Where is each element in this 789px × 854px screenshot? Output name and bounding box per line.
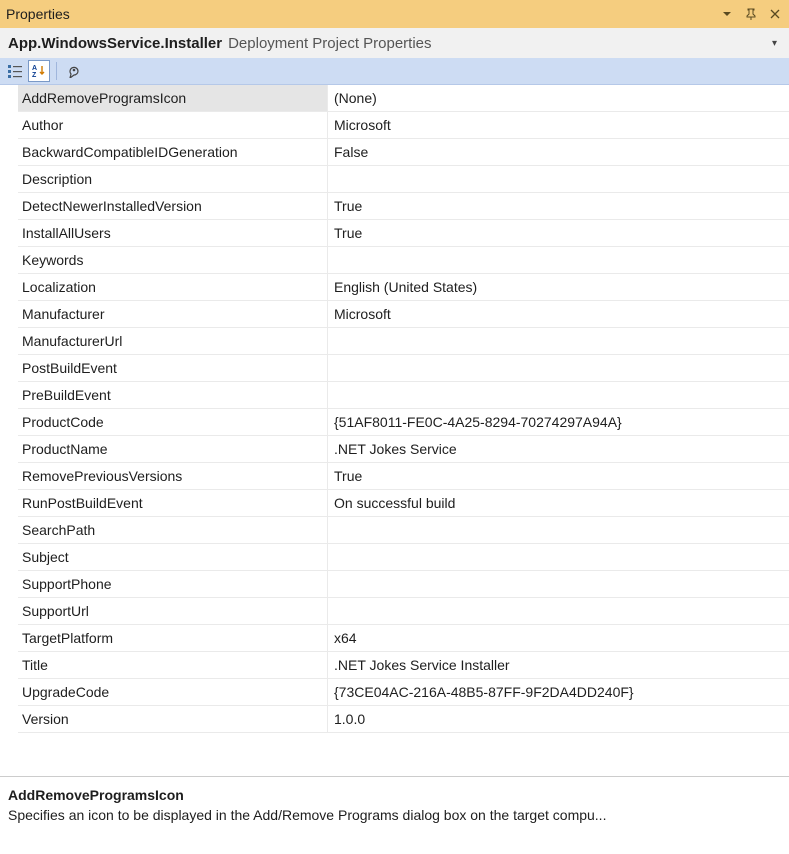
property-row[interactable]: Description [18, 166, 789, 193]
property-grid[interactable]: AddRemoveProgramsIcon(None)AuthorMicroso… [18, 85, 789, 776]
title-buttons [719, 6, 783, 22]
property-name[interactable]: Subject [18, 544, 328, 570]
window-dropdown-icon[interactable] [719, 6, 735, 22]
property-value[interactable]: On successful build [328, 490, 789, 516]
description-text: Specifies an icon to be displayed in the… [8, 807, 781, 823]
property-row[interactable]: BackwardCompatibleIDGenerationFalse [18, 139, 789, 166]
property-row[interactable]: SearchPath [18, 517, 789, 544]
property-name[interactable]: SupportPhone [18, 571, 328, 597]
property-row[interactable]: PreBuildEvent [18, 382, 789, 409]
panel-title: Properties [6, 6, 719, 22]
property-name[interactable]: TargetPlatform [18, 625, 328, 651]
property-row[interactable]: LocalizationEnglish (United States) [18, 274, 789, 301]
property-row[interactable]: AddRemoveProgramsIcon(None) [18, 85, 789, 112]
property-name[interactable]: Version [18, 706, 328, 732]
property-row[interactable]: Subject [18, 544, 789, 571]
property-row[interactable]: ProductCode{51AF8011-FE0C-4A25-8294-7027… [18, 409, 789, 436]
property-value[interactable] [328, 544, 789, 570]
property-value[interactable]: English (United States) [328, 274, 789, 300]
property-value[interactable]: .NET Jokes Service Installer [328, 652, 789, 678]
property-name[interactable]: Title [18, 652, 328, 678]
property-name[interactable]: PreBuildEvent [18, 382, 328, 408]
close-icon[interactable] [767, 6, 783, 22]
property-value[interactable]: True [328, 220, 789, 246]
toolbar-separator [56, 62, 57, 80]
property-value[interactable] [328, 328, 789, 354]
property-name[interactable]: BackwardCompatibleIDGeneration [18, 139, 328, 165]
property-name[interactable]: ProductName [18, 436, 328, 462]
property-value[interactable] [328, 355, 789, 381]
property-row[interactable]: ManufacturerMicrosoft [18, 301, 789, 328]
property-row[interactable]: DetectNewerInstalledVersionTrue [18, 193, 789, 220]
description-panel: AddRemoveProgramsIcon Specifies an icon … [0, 776, 789, 854]
object-type: Deployment Project Properties [228, 35, 431, 52]
property-name[interactable]: ProductCode [18, 409, 328, 435]
pin-icon[interactable] [743, 6, 759, 22]
property-name[interactable]: UpgradeCode [18, 679, 328, 705]
property-value[interactable] [328, 382, 789, 408]
property-value[interactable] [328, 166, 789, 192]
object-selector[interactable]: App.WindowsService.Installer Deployment … [0, 28, 789, 58]
property-value[interactable] [328, 517, 789, 543]
property-name[interactable]: Description [18, 166, 328, 192]
property-value[interactable]: Microsoft [328, 301, 789, 327]
property-name[interactable]: SupportUrl [18, 598, 328, 624]
property-name[interactable]: RunPostBuildEvent [18, 490, 328, 516]
property-row[interactable]: Version1.0.0 [18, 706, 789, 733]
object-name: App.WindowsService.Installer [8, 35, 222, 52]
description-title: AddRemoveProgramsIcon [8, 787, 781, 803]
property-value[interactable]: 1.0.0 [328, 706, 789, 732]
property-value[interactable]: {51AF8011-FE0C-4A25-8294-70274297A94A} [328, 409, 789, 435]
title-bar: Properties [0, 0, 789, 28]
property-name[interactable]: Keywords [18, 247, 328, 273]
property-row[interactable]: SupportUrl [18, 598, 789, 625]
property-row[interactable]: InstallAllUsersTrue [18, 220, 789, 247]
property-row[interactable]: UpgradeCode{73CE04AC-216A-48B5-87FF-9F2D… [18, 679, 789, 706]
property-value[interactable]: {73CE04AC-216A-48B5-87FF-9F2DA4DD240F} [328, 679, 789, 705]
alphabetical-button[interactable]: A Z [28, 60, 50, 82]
property-name[interactable]: PostBuildEvent [18, 355, 328, 381]
object-dropdown-icon[interactable]: ▾ [768, 38, 781, 49]
property-row[interactable]: RemovePreviousVersionsTrue [18, 463, 789, 490]
property-value[interactable] [328, 598, 789, 624]
property-name[interactable]: DetectNewerInstalledVersion [18, 193, 328, 219]
property-value[interactable] [328, 571, 789, 597]
property-row[interactable]: ManufacturerUrl [18, 328, 789, 355]
property-name[interactable]: InstallAllUsers [18, 220, 328, 246]
property-name[interactable]: Author [18, 112, 328, 138]
property-row[interactable]: PostBuildEvent [18, 355, 789, 382]
property-row[interactable]: TargetPlatformx64 [18, 625, 789, 652]
property-pages-button[interactable] [63, 60, 85, 82]
property-name[interactable]: RemovePreviousVersions [18, 463, 328, 489]
property-name[interactable]: Manufacturer [18, 301, 328, 327]
svg-text:A: A [32, 65, 37, 72]
property-name[interactable]: Localization [18, 274, 328, 300]
property-name[interactable]: ManufacturerUrl [18, 328, 328, 354]
property-value[interactable]: x64 [328, 625, 789, 651]
property-row[interactable]: Title.NET Jokes Service Installer [18, 652, 789, 679]
property-row[interactable]: AuthorMicrosoft [18, 112, 789, 139]
properties-toolbar: A Z [0, 58, 789, 85]
property-value[interactable]: (None) [328, 85, 789, 111]
property-value[interactable]: True [328, 193, 789, 219]
categorized-button[interactable] [4, 60, 26, 82]
property-value[interactable]: Microsoft [328, 112, 789, 138]
property-row[interactable]: RunPostBuildEventOn successful build [18, 490, 789, 517]
property-row[interactable]: SupportPhone [18, 571, 789, 598]
property-row[interactable]: ProductName.NET Jokes Service [18, 436, 789, 463]
property-name[interactable]: SearchPath [18, 517, 328, 543]
property-value[interactable] [328, 247, 789, 273]
property-value[interactable]: .NET Jokes Service [328, 436, 789, 462]
property-value[interactable]: True [328, 463, 789, 489]
property-name[interactable]: AddRemoveProgramsIcon [18, 85, 328, 111]
property-value[interactable]: False [328, 139, 789, 165]
property-row[interactable]: Keywords [18, 247, 789, 274]
svg-text:Z: Z [32, 72, 37, 78]
